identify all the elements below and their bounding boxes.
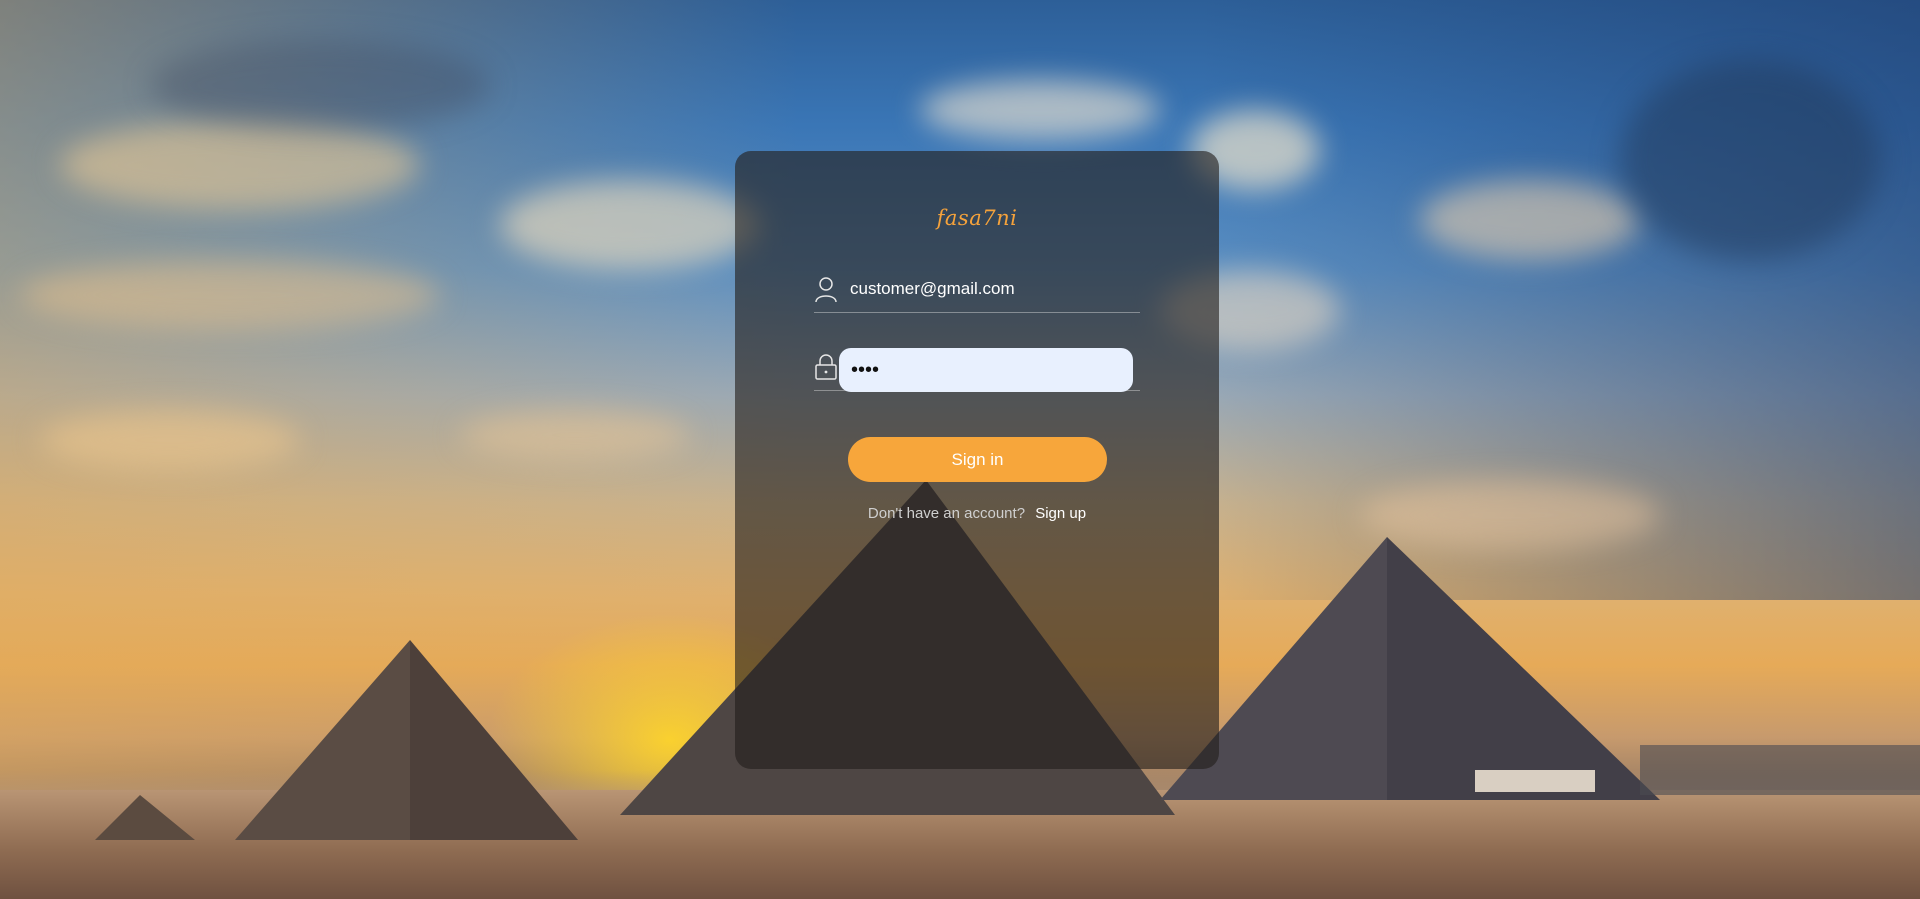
- museum-building: [1475, 770, 1595, 792]
- password-field[interactable]: [814, 346, 1140, 392]
- login-card: fasa7ni customer@gmail.com Sign in Don't…: [735, 151, 1219, 769]
- pyramid-ruin: [95, 795, 195, 840]
- app-logo: fasa7ni: [936, 206, 1018, 230]
- lock-icon: [815, 354, 837, 380]
- no-account-text: Don't have an account?: [867, 505, 1026, 522]
- password-input[interactable]: [839, 348, 1133, 392]
- city-skyline: [1640, 745, 1920, 795]
- pyramid-great-shade: [1387, 537, 1660, 800]
- user-icon: [815, 277, 837, 303]
- pyramid-small-shade: [410, 640, 578, 840]
- sign-up-link[interactable]: Sign up: [1035, 505, 1086, 522]
- signup-prompt: Don't have an account? Sign up: [735, 505, 1219, 522]
- email-value[interactable]: customer@gmail.com: [850, 279, 1015, 299]
- email-field[interactable]: customer@gmail.com: [814, 269, 1140, 313]
- sign-in-button[interactable]: Sign in: [848, 437, 1107, 482]
